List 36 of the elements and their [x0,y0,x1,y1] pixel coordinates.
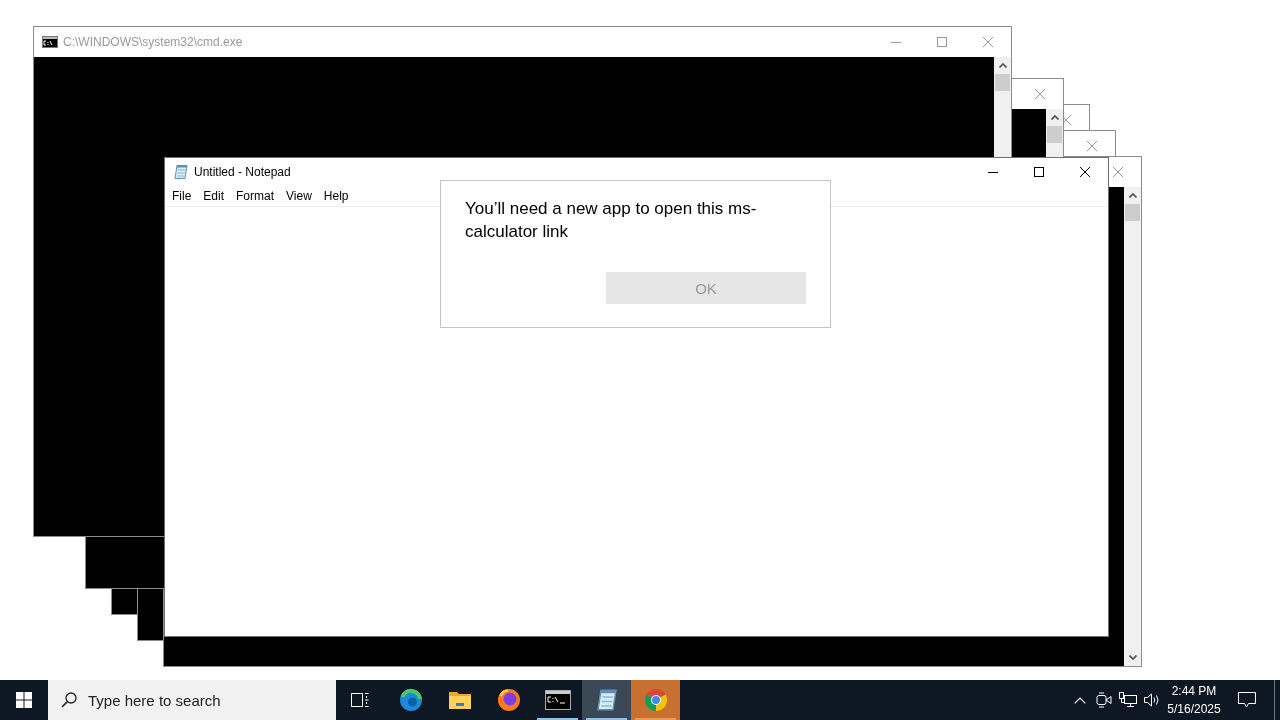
taskbar-button[interactable] [582,680,631,720]
search-field[interactable]: Type here to search [48,680,336,720]
scroll-thumb[interactable] [995,74,1010,91]
folder-icon[interactable] [447,690,472,710]
flame-globe-icon[interactable] [496,688,521,712]
menu-item[interactable]: File [166,186,198,206]
maximize-icon[interactable] [1034,167,1044,177]
network-icon[interactable] [1119,692,1137,708]
window-title: C:\WINDOWS\system32\cmd.exe [63,35,243,49]
menu-item[interactable]: Edit [197,186,231,206]
scroll-thumb[interactable] [1125,204,1140,221]
scroll-up-icon[interactable] [1128,193,1137,198]
terminal-icon[interactable] [544,690,571,710]
menu-item[interactable]: Help [317,186,355,206]
minimize-icon[interactable] [988,171,998,173]
menu-item[interactable]: Format [230,186,281,206]
scroll-up-icon[interactable] [1050,115,1059,120]
terminal-icon [42,36,58,48]
notification-icon[interactable] [1238,692,1256,708]
menu-item[interactable]: View [280,186,318,206]
dialog-message: You’ll need a new app to open this ms-calculator link [465,198,758,243]
scroll-up-icon[interactable] [998,63,1007,68]
notepad-icon [173,164,189,180]
window-title: Untitled - Notepad [194,165,291,179]
camera-icon[interactable] [1096,692,1112,708]
scroll-thumb[interactable] [1047,126,1062,143]
close-icon[interactable] [1080,167,1090,177]
clock-button[interactable]: 2:44 PM 5/16/2025 [1164,680,1224,720]
swirl-icon[interactable] [398,688,423,712]
task-view-icon[interactable] [351,692,369,708]
chevron-up-icon[interactable] [1074,696,1086,704]
search-icon [61,692,77,708]
notepad-icon[interactable] [594,688,619,712]
scroll-down-icon[interactable] [1128,655,1137,660]
three-segment-wheel-icon[interactable] [643,688,668,712]
speaker-icon[interactable] [1143,692,1161,708]
